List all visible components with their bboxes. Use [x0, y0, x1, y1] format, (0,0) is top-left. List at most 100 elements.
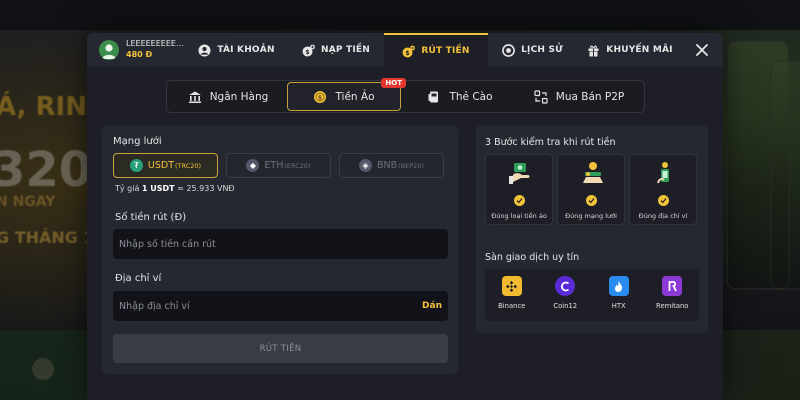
amount-field: [113, 229, 448, 259]
svg-text:$: $: [406, 50, 410, 57]
background-tagline: N NGAY: [0, 194, 56, 210]
tab-account[interactable]: TÀI KHOẢN: [185, 33, 288, 67]
exchange-binance[interactable]: Binance: [485, 276, 539, 310]
amount-input[interactable]: [119, 238, 442, 250]
subtab-p2p-label: Mua Bán P2P: [555, 90, 625, 103]
subtab-bank[interactable]: Ngân Hàng: [169, 82, 287, 111]
background-headline: Á, RIN: [0, 92, 87, 122]
network-usdt-chain: (TRC20): [175, 161, 202, 170]
check-step-network: Đúng mạng lưới: [557, 154, 625, 225]
background-big-number: 320: [0, 142, 93, 198]
network-usdt-coin: USDT: [147, 160, 175, 171]
user-info: LEEEEEEEEE... 480 Đ: [87, 33, 185, 67]
exchange-name: Binance: [498, 302, 526, 310]
close-button[interactable]: [683, 33, 721, 67]
network-options: ₮ USDT (TRC20) ◆ ETH (ERC20) ◈ BNB (BEP2…: [113, 153, 444, 178]
tab-deposit-label: NẠP TIỀN: [321, 45, 370, 55]
tab-deposit[interactable]: $ NẠP TIỀN: [288, 33, 384, 67]
wallet-address-input[interactable]: [119, 300, 423, 312]
exchange-list: Binance Coin12 HTX Remitano: [485, 269, 699, 321]
hand-coin-icon: [509, 163, 530, 184]
exchange-coin12[interactable]: Coin12: [539, 276, 593, 310]
user-balance: 480 Đ: [126, 50, 153, 59]
avatar: [99, 40, 119, 60]
background-topbar: [0, 0, 800, 30]
network-bnb-coin: BNB: [377, 160, 398, 171]
phone-wallet-icon: [657, 162, 669, 184]
htx-flame-icon: [608, 276, 629, 296]
modal-header: LEEEEEEEEE... 480 Đ TÀI KHOẢN $ NẠP TIỀN…: [87, 33, 723, 67]
tab-withdraw[interactable]: $ RÚT TIỀN: [384, 33, 488, 67]
withdraw-submit-button[interactable]: RÚT TIỀN: [113, 334, 448, 363]
ethereum-icon: ◆: [246, 159, 260, 172]
background-phone-image: [770, 60, 800, 290]
coin12-logo-icon: [555, 276, 576, 296]
exchange-name: Coin12: [553, 302, 578, 310]
check-steps: Đúng loại tiền ảo Đúng mạng lưới Đúng đị…: [485, 154, 697, 225]
binance-logo-icon: [501, 276, 522, 296]
p2p-exchange-icon: [534, 89, 548, 104]
crypto-coin-icon: $: [313, 90, 327, 104]
subtab-scratch-card-label: Thẻ Cào: [449, 90, 493, 103]
withdraw-method-tabs: Ngân Hàng $ Tiền Ảo HOT Thẻ Cào Mua Bán …: [166, 78, 645, 113]
subtab-p2p[interactable]: Mua Bán P2P: [519, 82, 639, 111]
svg-text:$: $: [318, 94, 322, 101]
exchange-htx[interactable]: HTX: [592, 276, 646, 310]
tether-icon: ₮: [129, 159, 143, 172]
tab-account-label: TÀI KHOẢN: [217, 45, 275, 55]
check-step-address: Đúng địa chỉ ví: [629, 154, 697, 225]
address-field: Dán: [113, 291, 448, 321]
info-panel: 3 Bước kiểm tra khi rút tiền Đúng loại t…: [476, 125, 708, 333]
tab-history-label: LỊCH SỬ: [521, 45, 563, 55]
withdraw-form-panel: Mạng lưới ₮ USDT (TRC20) ◆ ETH (ERC20) ◈…: [102, 125, 458, 374]
subtab-crypto[interactable]: $ Tiền Ảo HOT: [287, 78, 406, 111]
checks-title: 3 Bước kiểm tra khi rút tiền: [485, 137, 616, 148]
check-step-caption: Đúng mạng lưới: [565, 212, 617, 220]
address-label: Địa chỉ ví: [115, 273, 162, 284]
network-coins-icon: [583, 162, 603, 183]
rate-amount: 1 USDT: [141, 184, 175, 193]
svg-text:$: $: [305, 49, 309, 56]
network-bnb-chain: (BEP20): [398, 161, 424, 170]
network-eth-coin: ETH: [264, 160, 284, 171]
exchange-name: HTX: [611, 302, 626, 310]
remitano-logo-icon: [662, 276, 683, 296]
network-eth-button[interactable]: ◆ ETH (ERC20): [226, 153, 331, 178]
amount-label: Số tiền rút (Đ): [115, 212, 187, 223]
scratch-card-icon: [427, 90, 441, 104]
rate-prefix: Tỷ giá: [115, 184, 140, 193]
check-step-caption: Đúng địa chỉ ví: [638, 212, 688, 220]
network-label: Mạng lưới: [113, 136, 162, 147]
subtab-crypto-label: Tiền Ảo: [335, 90, 375, 103]
gift-icon: [587, 44, 600, 57]
paste-button[interactable]: Dán: [422, 301, 442, 311]
exchange-rate: Tỷ giá 1 USDT ≈ 25.933 VNĐ: [115, 184, 235, 193]
tab-withdraw-label: RÚT TIỀN: [421, 46, 470, 56]
check-step-caption: Đúng loại tiền ảo: [491, 212, 547, 220]
tab-promotions-label: KHUYẾN MÃI: [606, 45, 673, 55]
bank-icon: [188, 90, 202, 104]
tab-history[interactable]: LỊCH SỬ: [488, 33, 577, 67]
check-step-coin: Đúng loại tiền ảo: [485, 154, 553, 225]
clock-history-icon: [502, 43, 516, 57]
check-icon: [514, 195, 525, 206]
rate-value: ≈ 25.933 VNĐ: [177, 184, 235, 193]
check-icon: [586, 195, 597, 206]
wallet-modal: LEEEEEEEEE... 480 Đ TÀI KHOẢN $ NẠP TIỀN…: [87, 33, 723, 400]
network-eth-chain: (ERC20): [284, 161, 311, 170]
network-bnb-button[interactable]: ◈ BNB (BEP20): [339, 153, 444, 178]
tab-promotions[interactable]: KHUYẾN MÃI: [577, 33, 683, 67]
user-avatar-icon: [102, 44, 116, 59]
subtab-bank-label: Ngân Hàng: [209, 90, 269, 103]
exchanges-title: Sàn giao dịch uy tín: [485, 252, 580, 263]
user-circle-icon: [198, 44, 211, 57]
background-badge-icon: [32, 358, 54, 380]
exchange-remitano[interactable]: Remitano: [646, 276, 700, 310]
subtab-scratch-card[interactable]: Thẻ Cào: [401, 82, 519, 111]
check-icon: [658, 195, 669, 206]
close-icon: [696, 44, 708, 56]
coins-withdraw-icon: $: [402, 45, 416, 58]
network-usdt-button[interactable]: ₮ USDT (TRC20): [113, 153, 218, 178]
exchange-name: Remitano: [656, 302, 689, 310]
user-name: LEEEEEEEEE...: [126, 39, 184, 49]
